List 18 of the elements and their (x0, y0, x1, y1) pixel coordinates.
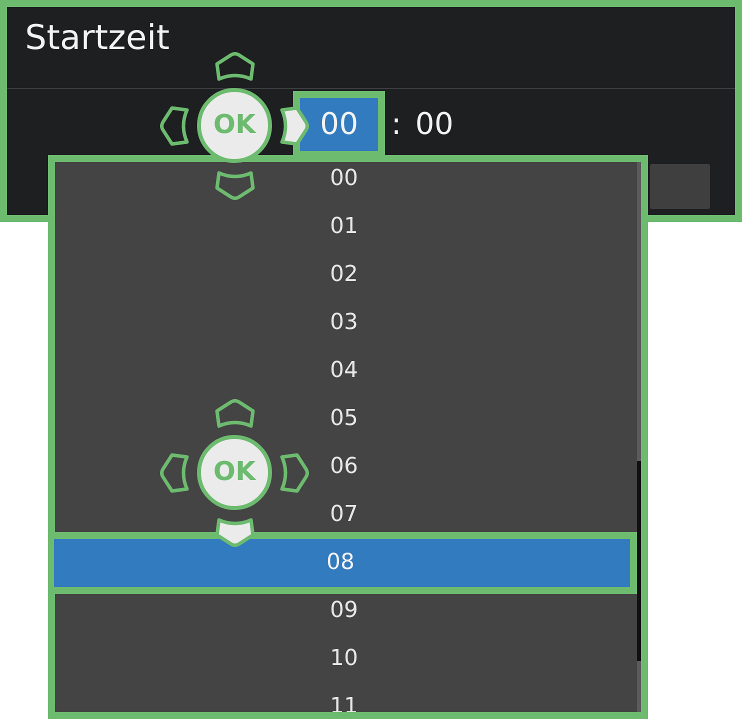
hour-option[interactable]: 04 (330, 358, 358, 384)
hour-option[interactable]: 05 (330, 406, 358, 432)
ok-hint: OK (197, 435, 272, 510)
time-separator: : (391, 106, 402, 144)
ok-hint: OK (197, 88, 272, 163)
hour-option[interactable]: 01 (330, 214, 358, 240)
dialog-title: Startzeit (7, 7, 735, 89)
scrollbar-thumb[interactable] (637, 461, 641, 661)
hour-option[interactable]: 06 (330, 454, 358, 480)
hour-option[interactable]: 07 (330, 502, 358, 528)
scrollbar-track[interactable] (637, 162, 641, 712)
hour-option[interactable]: 09 (330, 598, 358, 624)
hour-option[interactable]: 02 (330, 262, 358, 288)
hour-option[interactable]: 03 (330, 310, 358, 336)
hour-option[interactable]: 10 (330, 646, 358, 672)
dialog-button[interactable] (650, 164, 710, 209)
hour-option[interactable]: 08 (326, 550, 354, 576)
hour-option[interactable]: 00 (330, 166, 358, 192)
